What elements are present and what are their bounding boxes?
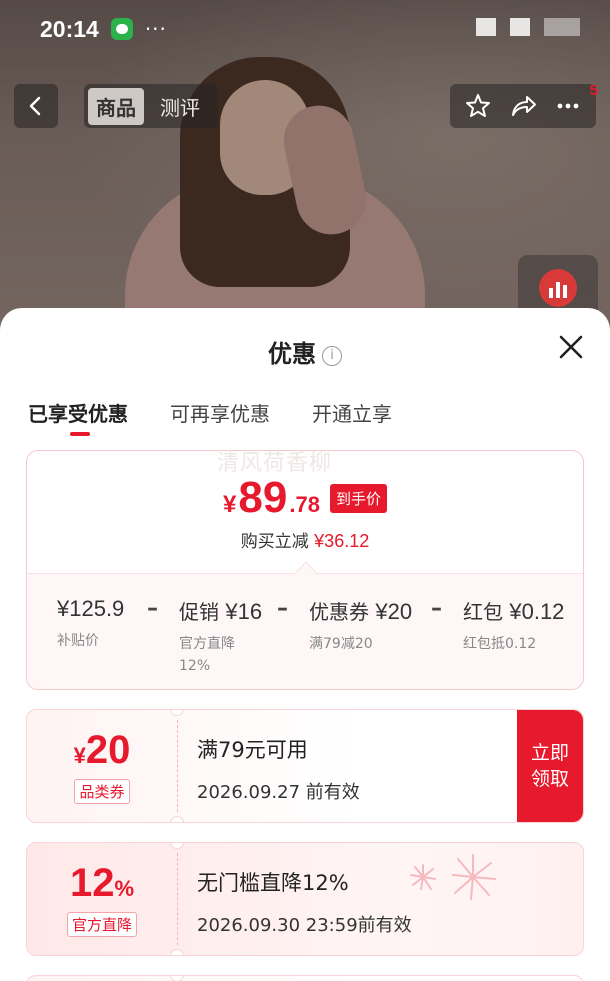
tab-activate[interactable]: 开通立享: [312, 398, 392, 427]
coupon-validity: 2026.09.27 前有效: [197, 782, 360, 803]
battery-icon: [544, 18, 580, 36]
status-more-icon: ···: [144, 17, 167, 41]
chevron-left-icon: [29, 96, 41, 116]
coupon-amount: 20: [85, 728, 131, 772]
minus-operator: –: [147, 596, 158, 621]
status-indicators: [476, 18, 580, 36]
discount-validity: 2026.09.30 23:59前有效: [197, 915, 412, 936]
status-time: 20:14: [40, 15, 99, 42]
more-icon[interactable]: [554, 92, 582, 120]
discount-sheet: 优惠 i 已享受优惠 可再享优惠 开通立享 清风荷香柳 ¥ 89 .78 到手价 …: [0, 308, 610, 981]
final-price-tag: 到手价: [329, 484, 387, 513]
coupon-card-category: ¥20 品类券 满79元可用 2026.09.27 前有效 立即领取: [26, 709, 584, 823]
discount-amount: 12: [69, 861, 115, 905]
coupon-card-official-discount: 12% 官方直降 无门槛直降12% 2026.09.30 23:59前有效: [26, 842, 584, 956]
discount-kind: 官方直降: [66, 912, 137, 937]
bar-chart-icon: [539, 269, 577, 307]
sheet-header: 优惠 i: [0, 334, 610, 369]
claim-coupon-button[interactable]: 立即领取: [517, 710, 583, 822]
back-button[interactable]: [14, 84, 58, 128]
tab-more-available[interactable]: 可再享优惠: [170, 398, 270, 427]
product-nav-actions: [450, 84, 596, 128]
info-icon[interactable]: i: [322, 346, 342, 366]
coupon-condition: 满79元可用: [197, 738, 308, 762]
discount-condition: 无门槛直降12%: [197, 871, 349, 895]
signal-icon: [476, 18, 496, 36]
price-integer: 89: [238, 473, 288, 522]
breakdown-promotion: 促销 ¥16 官方直降 12%: [179, 599, 263, 674]
final-price: ¥ 89 .78 到手价: [27, 473, 583, 523]
wifi-icon: [510, 18, 530, 36]
reduce-label: 购买立减: [240, 532, 309, 552]
breakdown-subsidy-price: ¥125.9 补贴价: [57, 596, 125, 649]
tab-product[interactable]: 商品: [88, 87, 144, 125]
price-breakdown: ¥125.9 补贴价 – 促销 ¥16 官方直降 12% – 优惠券 ¥20 满7…: [27, 561, 583, 689]
close-icon[interactable]: [558, 334, 584, 360]
coupon-kind: 品类券: [74, 779, 130, 804]
tab-enjoyed[interactable]: 已享受优惠: [28, 398, 128, 436]
reduce-summary: 购买立减 ¥36.12: [27, 527, 583, 552]
status-bar: 20:14 ···: [40, 14, 167, 44]
coupon-card-partial: [26, 975, 584, 981]
breakdown-red-packet: 红包 ¥0.12 红包抵0.12: [463, 599, 565, 652]
notification-badge: 5: [589, 82, 598, 99]
currency-symbol: ¥: [223, 491, 237, 518]
wechat-icon: [110, 18, 133, 40]
coupon-value: ¥20 品类券: [27, 710, 177, 822]
discount-value: 12% 官方直降: [27, 843, 177, 955]
discount-tabs: 已享受优惠 可再享优惠 开通立享: [28, 398, 392, 436]
minus-operator: –: [277, 596, 288, 621]
tab-review[interactable]: 测评: [152, 88, 208, 125]
star-icon[interactable]: [464, 92, 492, 120]
fireworks-decoration: [410, 854, 496, 900]
sheet-title: 优惠: [268, 340, 316, 368]
product-nav-tabs: 商品 测评: [84, 84, 218, 128]
price-decimal: .78: [289, 492, 320, 517]
minus-operator: –: [431, 596, 442, 621]
reduce-value: ¥36.12: [314, 531, 370, 551]
breakdown-coupon: 优惠券 ¥20 满79减20: [309, 599, 413, 652]
share-icon[interactable]: [509, 92, 537, 120]
final-price-card: 清风荷香柳 ¥ 89 .78 到手价 购买立减 ¥36.12 ¥125.9 补贴…: [26, 450, 584, 690]
